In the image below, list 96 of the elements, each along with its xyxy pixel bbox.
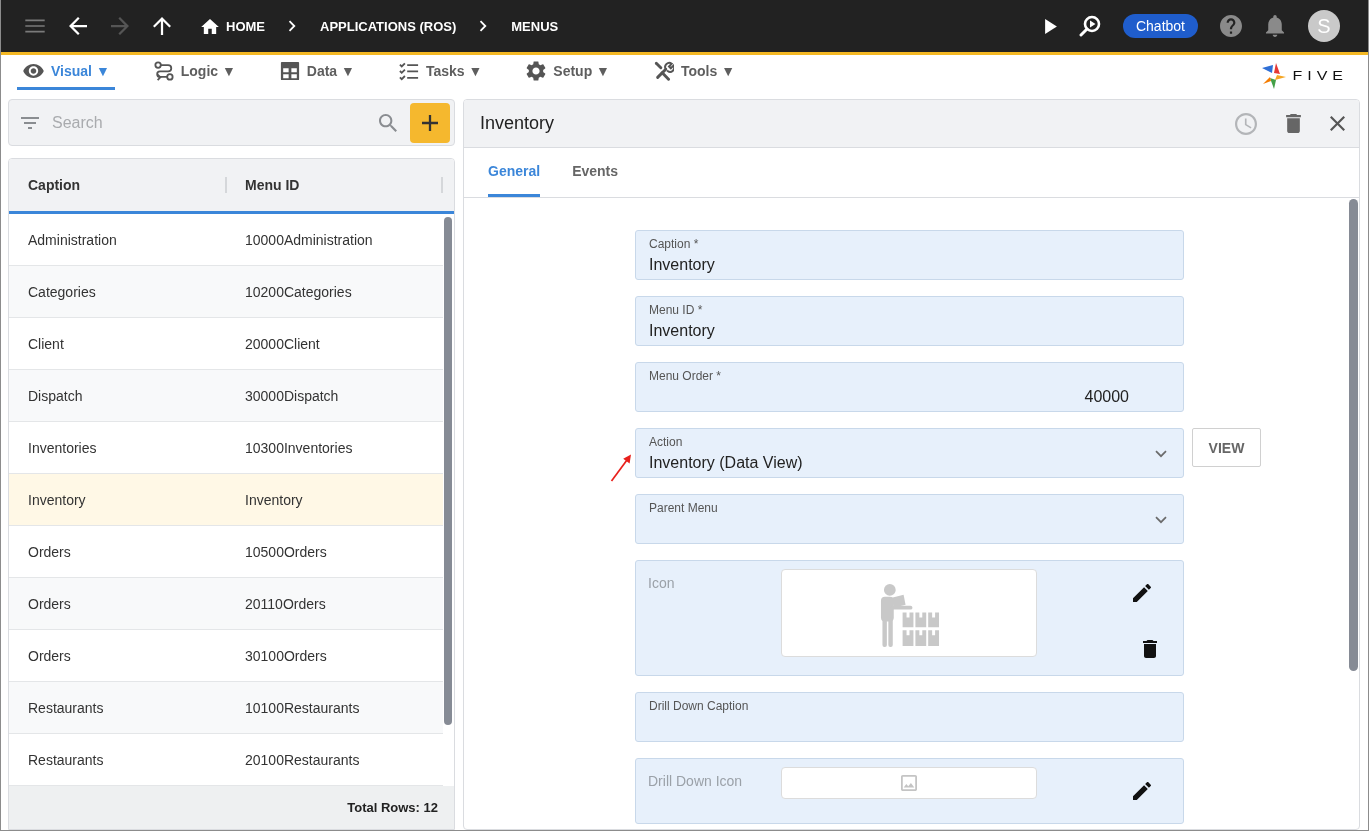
field-value: Inventory (649, 255, 715, 275)
table-cell: 20000Client (245, 335, 320, 352)
chevron-right-icon (288, 20, 296, 32)
back-arrow-icon[interactable] (69, 17, 87, 35)
plus-icon (422, 114, 438, 131)
breadcrumb-link[interactable]: HOME (201, 18, 265, 34)
menu-tab[interactable]: Tasks ▼ (392, 55, 488, 90)
field-label: Menu ID * (649, 303, 703, 317)
magnifier-play-icon[interactable] (1078, 15, 1101, 37)
edit-icon[interactable] (1133, 584, 1151, 602)
bell-icon[interactable] (1264, 15, 1286, 37)
table-row[interactable]: Restaurants 10100Restaurants (9, 682, 443, 734)
search-bar[interactable]: Search (8, 99, 455, 146)
number-field[interactable]: Menu Order * 40000 (635, 362, 1184, 412)
logo-text: FIVE (1292, 68, 1348, 84)
table-row[interactable]: Orders 20110Orders (9, 578, 443, 630)
table-cell: 10300Inventories (245, 439, 353, 456)
table-cell: Client (28, 335, 64, 352)
edit-icon[interactable] (1133, 782, 1151, 800)
table-row[interactable]: Categories 10200Categories (9, 266, 443, 318)
table-cell: 10200Categories (245, 283, 352, 300)
scrollbar-thumb[interactable] (1349, 199, 1358, 671)
field-label: Drill Down Caption (649, 699, 749, 713)
image-placeholder-icon (900, 775, 918, 791)
table-icon (279, 61, 300, 81)
menu-tab[interactable]: Logic ▼ (147, 55, 241, 90)
table-cell: 20100Restaurants (245, 751, 360, 768)
breadcrumb-link[interactable]: APPLICATIONS (ROS) (320, 18, 457, 34)
filter-icon[interactable] (21, 116, 39, 129)
total-rows-text: Total Rows: 12 (347, 800, 438, 815)
field-label: Menu Order * (649, 369, 722, 383)
table-cell: Categories (28, 283, 96, 300)
table-cell: Dispatch (28, 387, 83, 404)
column-header[interactable]: Menu ID (245, 177, 300, 193)
column-header[interactable]: Caption (28, 177, 81, 193)
search-icon[interactable] (379, 113, 397, 132)
table-cell: 30000Dispatch (245, 387, 339, 404)
close-icon[interactable] (1330, 116, 1345, 131)
field-label: Parent Menu (649, 501, 718, 515)
table-cell: 10500Orders (245, 543, 327, 560)
table-cell: Administration (28, 231, 117, 248)
menu-tab[interactable]: Tools ▼ (647, 55, 740, 90)
table-cell: 30100Orders (245, 647, 327, 664)
table-cell: Inventory (28, 491, 86, 508)
dropdown-field[interactable]: Parent Menu (635, 494, 1184, 544)
table-cell: Inventory (245, 491, 303, 508)
eye-icon (23, 64, 44, 78)
delete-icon[interactable] (1143, 640, 1157, 658)
help-icon[interactable] (1220, 15, 1242, 37)
wrench-screwdriver-icon (653, 61, 674, 81)
field-value: 40000 (1084, 387, 1129, 407)
text-field[interactable]: Caption * Inventory (635, 230, 1184, 280)
table-cell: Restaurants (28, 699, 104, 716)
menu-icon[interactable] (25, 19, 45, 33)
annotation-arrow (610, 454, 632, 482)
table-cell: 10100Restaurants (245, 699, 360, 716)
panel-title: Inventory (480, 113, 555, 134)
table-row[interactable]: Dispatch 30000Dispatch (9, 370, 443, 422)
table-row[interactable]: Inventory Inventory (9, 474, 443, 526)
panel-tab[interactable]: Events (572, 148, 619, 197)
chevron-down-icon (1155, 516, 1167, 524)
view-button[interactable]: VIEW (1192, 428, 1261, 467)
field-value: Inventory (649, 321, 715, 341)
menu-tab[interactable]: Data ▼ (273, 55, 360, 90)
field-label: Icon (648, 575, 675, 591)
flow-icon (153, 61, 174, 81)
table-cell: Orders (28, 595, 71, 612)
panel-tab[interactable]: General (488, 148, 541, 197)
chevron-down-icon (1155, 450, 1167, 458)
dropdown-field[interactable]: Action Inventory (Data View) (635, 428, 1184, 478)
play-icon[interactable] (1044, 18, 1057, 34)
gear-icon (526, 61, 547, 81)
table-cell: Orders (28, 543, 71, 560)
table-cell: 10000Administration (245, 231, 373, 248)
field-label: Caption * (649, 237, 699, 251)
search-field[interactable]: Search (52, 113, 379, 132)
text-field[interactable]: Menu ID * Inventory (635, 296, 1184, 346)
table-cell: Restaurants (28, 751, 104, 768)
field-label: Drill Down Icon (648, 773, 743, 789)
up-arrow-icon[interactable] (153, 17, 171, 35)
home-icon (201, 18, 219, 34)
person-with-boxes-icon (878, 583, 940, 647)
table-cell: Orders (28, 647, 71, 664)
menu-tab[interactable]: Setup ▼ (520, 55, 615, 90)
table-cell: 20110Orders (245, 595, 326, 612)
text-field[interactable]: Drill Down Caption (635, 692, 1184, 742)
add-button[interactable] (410, 102, 450, 143)
menu-tab[interactable]: Visual ▼ (17, 55, 115, 90)
table-cell: Inventories (28, 439, 97, 456)
scrollbar-thumb[interactable] (444, 217, 452, 725)
checklist-icon (398, 61, 419, 81)
chatbot-button[interactable]: Chatbot (1122, 14, 1198, 38)
field-label: Action (649, 435, 683, 449)
chevron-right-icon (479, 20, 488, 32)
breadcrumb-link[interactable]: MENUS (511, 18, 559, 34)
field-value: Inventory (Data View) (649, 453, 803, 473)
